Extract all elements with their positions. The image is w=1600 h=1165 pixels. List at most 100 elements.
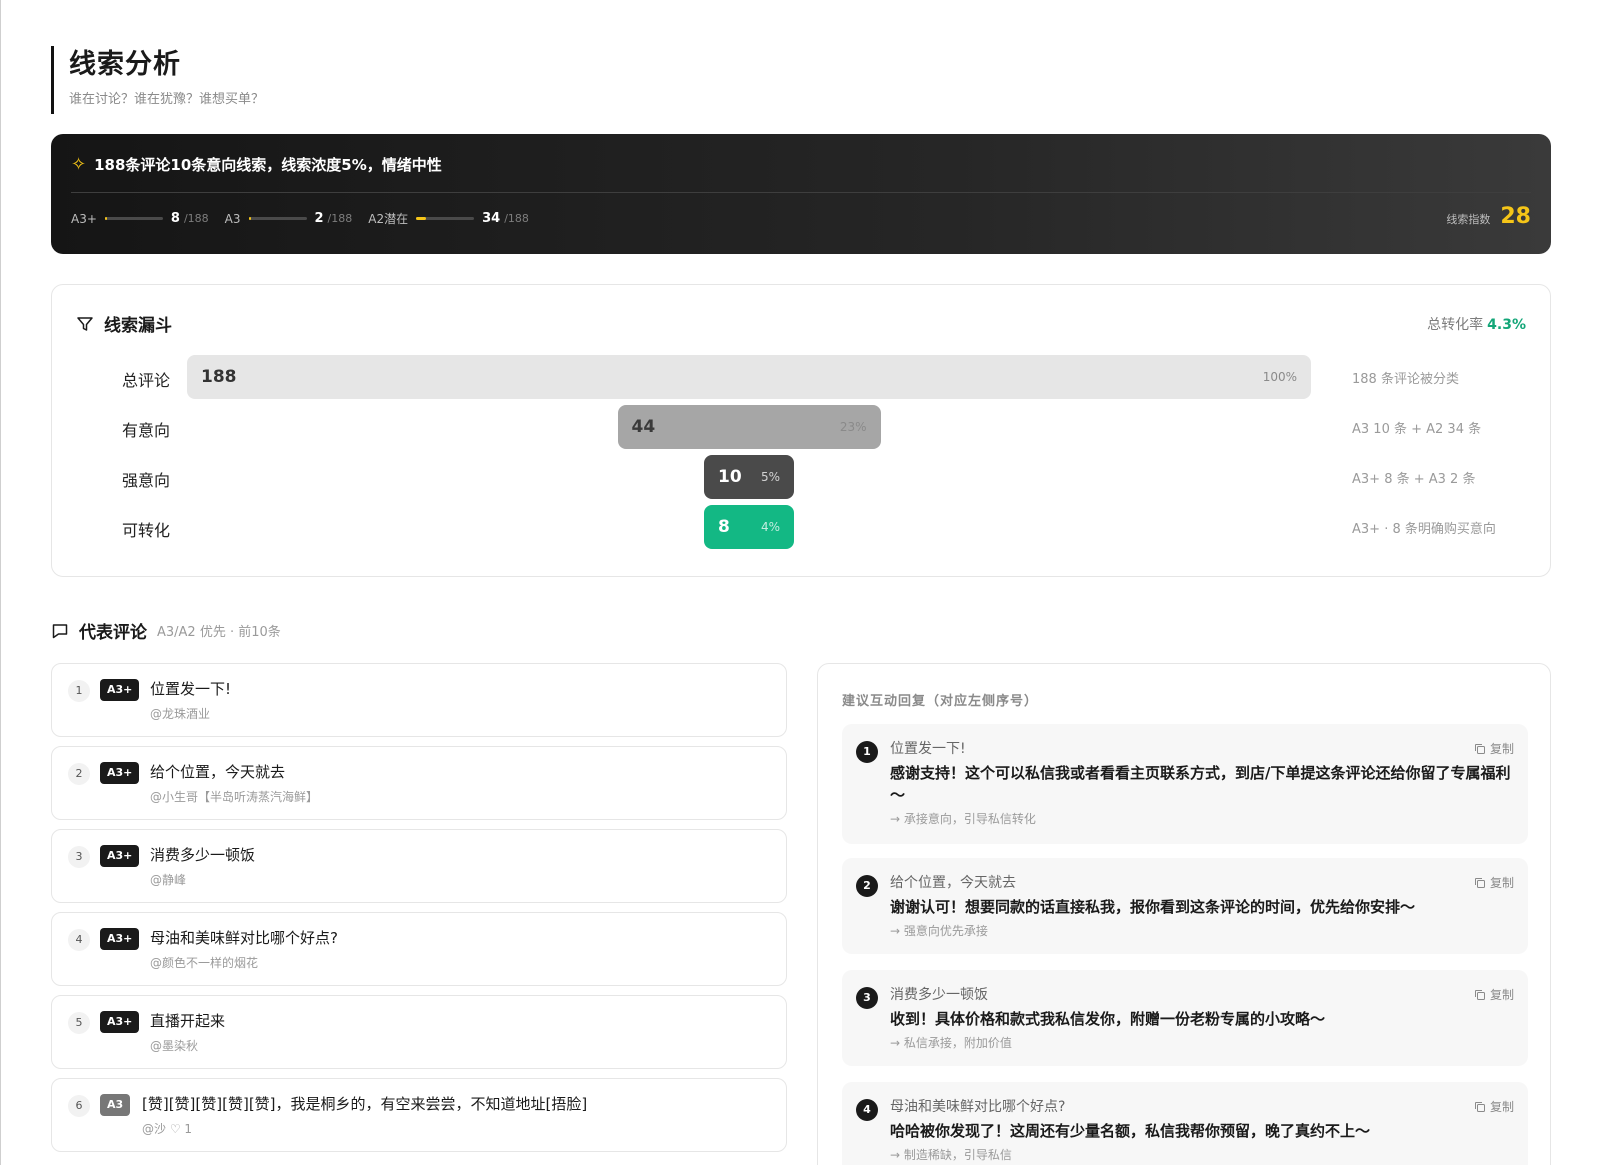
metric-total: /188: [327, 212, 353, 225]
reply-card: 4 母油和美味鲜对比哪个好点? 复制 哈哈被你发现了！这周还有少量名额，私信我帮…: [842, 1082, 1528, 1165]
funnel-bar-value: 8: [718, 517, 730, 537]
sparkle-icon: ✧: [71, 154, 87, 175]
metric-fill: [104, 217, 107, 220]
funnel-title-text: 线索漏斗: [104, 316, 172, 336]
funnel-bar-percent: 100%: [1262, 370, 1297, 384]
lead-index-label: 线索指数: [1446, 213, 1491, 226]
funnel-row-strong-intent: 强意向 10 5% A3+ 8 条 + A3 2 条: [52, 455, 1552, 499]
comment-item[interactable]: 6 A3 [赞][赞][赞][赞][赞]，我是桐乡的，有空来尝尝，不知道地址[捂…: [51, 1078, 787, 1152]
metric-label: A2潜在: [368, 212, 409, 226]
conversion-rate: 总转化率 4.3%: [1427, 314, 1526, 334]
comment-index: 5: [68, 1012, 90, 1034]
level-badge: A3: [100, 1094, 131, 1116]
lead-funnel-card: 线索漏斗 总转化率 4.3% 总评论 188 100% 188 条评论被分类 有意…: [51, 284, 1551, 577]
metric-label: A3+: [71, 211, 97, 226]
reply-answer: 哈哈被你发现了！这周还有少量名额，私信我帮你预留，晚了真约不上～: [890, 1122, 1371, 1140]
copy-button[interactable]: 复制: [1474, 874, 1514, 891]
copy-icon: [1474, 1101, 1485, 1112]
level-badge: A3+: [100, 762, 140, 784]
funnel-bar: 44 23%: [617, 405, 881, 449]
comment-user: @颜色不一样的烟花: [150, 956, 259, 970]
copy-button[interactable]: 复制: [1474, 740, 1514, 757]
comment-item[interactable]: 5 A3+ 直播开起来 @墨染秋: [51, 995, 787, 1069]
copy-label: 复制: [1489, 988, 1514, 1002]
funnel-row-note: A3+ 8 条 + A3 2 条: [1352, 472, 1476, 487]
comment-index: 4: [68, 929, 90, 951]
comment-item[interactable]: 4 A3+ 母油和美味鲜对比哪个好点? @颜色不一样的烟花: [51, 912, 787, 986]
reply-index: 4: [856, 1099, 878, 1121]
banner-divider: [71, 192, 1531, 193]
page-title: 线索分析: [69, 49, 181, 80]
funnel-row-note: 188 条评论被分类: [1352, 372, 1459, 387]
funnel-row-label: 强意向: [122, 471, 171, 490]
lead-index-value: 28: [1500, 204, 1531, 229]
reply-index: 2: [856, 875, 878, 897]
comment-icon: [52, 623, 68, 638]
reply-quote: 消费多少一顿饭: [890, 987, 988, 1003]
metric-track: [416, 217, 475, 220]
copy-button[interactable]: 复制: [1474, 1098, 1514, 1115]
comment-text: 消费多少一顿饭: [150, 846, 256, 864]
reply-tip: → 强意向优先承接: [890, 924, 988, 938]
copy-label: 复制: [1489, 876, 1514, 890]
comment-item[interactable]: 1 A3+ 位置发一下! @龙珠酒业: [51, 663, 787, 737]
funnel-icon: [77, 316, 93, 331]
metric-track: [104, 217, 163, 220]
reply-card: 2 给个位置，今天就去 复制 谢谢认可！想要同款的话直接私我，报你看到这条评论的…: [842, 858, 1528, 954]
comment-list: 1 A3+ 位置发一下! @龙珠酒业 2 A3+ 给个位置，今天就去 @小生哥【…: [51, 663, 787, 1161]
metric-a3: A3 2 /188: [225, 211, 353, 226]
comment-item[interactable]: 2 A3+ 给个位置，今天就去 @小生哥【半岛听涛蒸汽海鲜】: [51, 746, 787, 820]
funnel-row-note: A3 10 条 + A2 34 条: [1352, 422, 1482, 437]
lead-index: 线索指数 28: [1446, 204, 1531, 229]
funnel-bar-percent: 23%: [839, 420, 867, 434]
copy-label: 复制: [1489, 1100, 1514, 1114]
funnel-row-intent: 有意向 44 23% A3 10 条 + A2 34 条: [52, 405, 1552, 449]
comment-item[interactable]: 3 A3+ 消费多少一顿饭 @静峰: [51, 829, 787, 903]
reply-card: 3 消费多少一顿饭 复制 收到！具体价格和款式我私信发你，附赠一份老粉专属的小攻…: [842, 970, 1528, 1066]
comments-header: 代表评论 A3/A2 优先 · 前10条: [51, 618, 281, 643]
copy-icon: [1474, 989, 1485, 1000]
comment-text: [赞][赞][赞][赞][赞]，我是桐乡的，有空来尝尝，不知道地址[捂脸]: [142, 1095, 588, 1113]
reply-tip: → 制造稀缺，引导私信: [890, 1148, 1012, 1162]
replies-title: 建议互动回复（对应左侧序号）: [842, 694, 1039, 709]
comment-user: @墨染秋: [150, 1039, 199, 1053]
lead-metrics: A3+ 8 /188 A3 2 /188 A2潜在 34 /188: [71, 210, 545, 227]
page-subtitle: 谁在讨论？谁在犹豫？谁想买单？: [69, 92, 265, 107]
comment-user: @静峰: [150, 873, 187, 887]
funnel-bar-value: 10: [718, 467, 742, 487]
summary-line: ✧ 188条评论10条意向线索，线索浓度5%，情绪中性: [71, 154, 442, 175]
comment-index: 3: [68, 846, 90, 868]
metric-total: /188: [504, 212, 529, 225]
copy-icon: [1474, 743, 1485, 754]
comment-user: @龙珠酒业: [150, 707, 211, 721]
comment-index: 2: [68, 763, 90, 785]
funnel-row-total: 总评论 188 100% 188 条评论被分类: [52, 355, 1552, 399]
page-header: 线索分析 谁在讨论？谁在犹豫？谁想买单？: [51, 46, 651, 114]
conversion-rate-label: 总转化率: [1427, 317, 1484, 333]
metric-fill: [248, 217, 251, 220]
funnel-bar-percent: 4%: [760, 520, 780, 534]
metric-value: 34: [482, 211, 501, 226]
conversion-rate-value: 4.3%: [1487, 317, 1526, 333]
reply-tip: → 私信承接，附加价值: [890, 1036, 1012, 1050]
reply-answer: 收到！具体价格和款式我私信发你，附赠一份老粉专属的小攻略～: [890, 1010, 1326, 1028]
reply-answer: 谢谢认可！想要同款的话直接私我，报你看到这条评论的时间，优先给你安排～: [890, 898, 1416, 916]
copy-button[interactable]: 复制: [1474, 986, 1514, 1003]
funnel-bar-value: 188: [201, 367, 237, 387]
funnel-title: 线索漏斗: [76, 311, 172, 336]
summary-banner: ✧ 188条评论10条意向线索，线索浓度5%，情绪中性 A3+ 8 /188 A…: [51, 134, 1551, 254]
metric-fill: [416, 217, 427, 220]
funnel-row-convertible: 可转化 8 4% A3+ · 8 条明确购买意向: [52, 505, 1552, 549]
comment-index: 1: [68, 680, 90, 702]
comment-text: 给个位置，今天就去: [150, 763, 286, 781]
funnel-row-label: 可转化: [122, 521, 171, 540]
comment-text: 位置发一下!: [150, 680, 232, 698]
funnel-bar: 8 4%: [704, 505, 794, 549]
funnel-bar: 10 5%: [704, 455, 794, 499]
metric-a3plus: A3+ 8 /188: [71, 211, 209, 226]
metric-value: 2: [314, 211, 324, 226]
reply-quote: 母油和美味鲜对比哪个好点?: [890, 1099, 1066, 1115]
suggested-replies-panel: 建议互动回复（对应左侧序号） 1 位置发一下! 复制 感谢支持！这个可以私信我或…: [817, 663, 1551, 1165]
reply-answer: 感谢支持！这个可以私信我或者看看主页联系方式，到店/下单提这条评论还给你留了专属…: [890, 764, 1511, 804]
funnel-bar-percent: 5%: [760, 470, 780, 484]
